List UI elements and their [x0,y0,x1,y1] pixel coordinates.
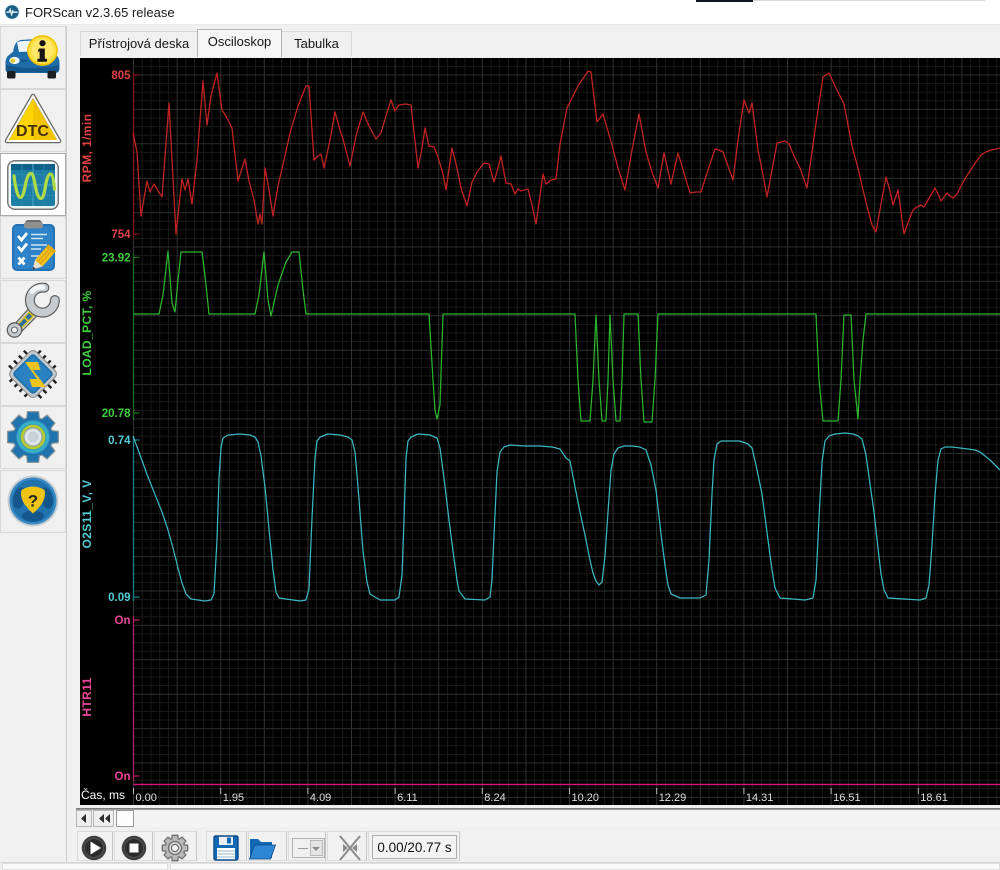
svg-text:0.00: 0.00 [136,792,157,804]
svg-text:12.29: 12.29 [659,792,687,804]
svg-text:8.24: 8.24 [484,792,505,804]
svg-text:?: ? [28,492,38,511]
svg-text:On: On [115,615,131,627]
svg-text:LOAD_PCT, %: LOAD_PCT, % [80,290,94,375]
svg-text:1.95: 1.95 [223,792,244,804]
svg-text:23.92: 23.92 [102,253,131,265]
svg-text:10.20: 10.20 [572,792,600,804]
svg-text:O2S11_V, V: O2S11_V, V [80,480,94,549]
svg-text:805: 805 [111,70,131,82]
svg-text:On: On [115,771,131,783]
svg-text:754: 754 [111,229,131,241]
svg-text:16.51: 16.51 [833,792,861,804]
svg-text:0.74: 0.74 [108,435,131,447]
svg-text:0.09: 0.09 [108,592,130,604]
svg-text:14.31: 14.31 [746,792,774,804]
svg-text:RPM, 1/min: RPM, 1/min [80,114,94,183]
svg-text:HTR11: HTR11 [80,677,94,716]
svg-text:Čas, ms: Čas, ms [81,787,125,802]
svg-text:6.11: 6.11 [397,792,418,804]
svg-text:18.61: 18.61 [920,792,948,804]
svg-text:20.78: 20.78 [102,408,131,420]
svg-text:DTC: DTC [16,123,49,140]
svg-text:4.09: 4.09 [310,792,331,804]
